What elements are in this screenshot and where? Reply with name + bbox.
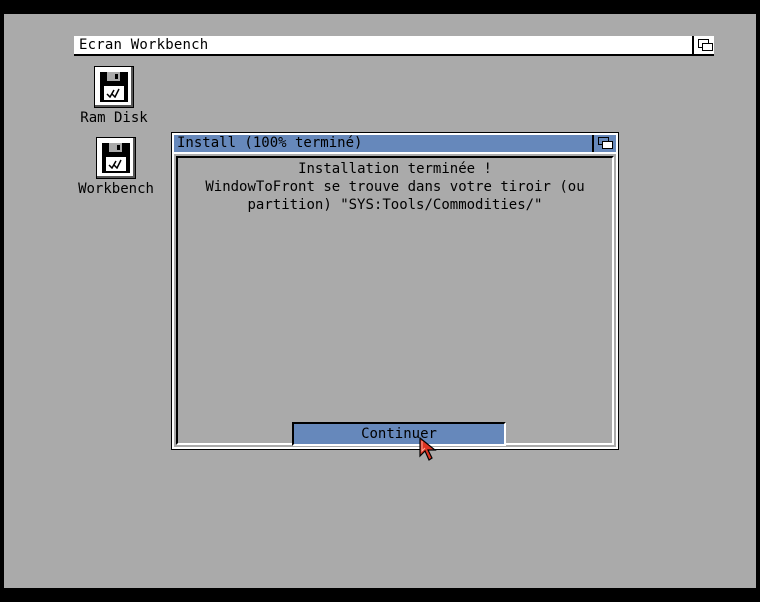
install-message: Installation terminée ! WindowToFront se… — [205, 161, 585, 213]
continue-button[interactable]: Continuer — [292, 422, 506, 446]
floppy-disk-icon — [96, 137, 136, 179]
mouse-pointer-icon — [419, 436, 437, 461]
workbench-disk-icon[interactable]: Workbench — [76, 137, 156, 197]
window-depth-icon[interactable] — [592, 135, 616, 152]
screen-title-bar[interactable]: Ecran Workbench — [74, 36, 714, 56]
floppy-disk-icon — [94, 66, 134, 108]
install-window-content: Installation terminée ! WindowToFront se… — [176, 156, 614, 446]
ram-disk-label: Ram Disk — [80, 110, 148, 126]
install-window-title: Install (100% terminé) — [177, 135, 363, 151]
screen-depth-icon[interactable] — [692, 36, 714, 54]
install-window: Install (100% terminé) Installation term… — [172, 133, 618, 449]
workbench-disk-label: Workbench — [78, 181, 154, 197]
install-window-title-bar[interactable]: Install (100% terminé) — [174, 135, 616, 154]
screen-title: Ecran Workbench — [79, 37, 209, 53]
ram-disk-icon[interactable]: Ram Disk — [78, 66, 150, 126]
